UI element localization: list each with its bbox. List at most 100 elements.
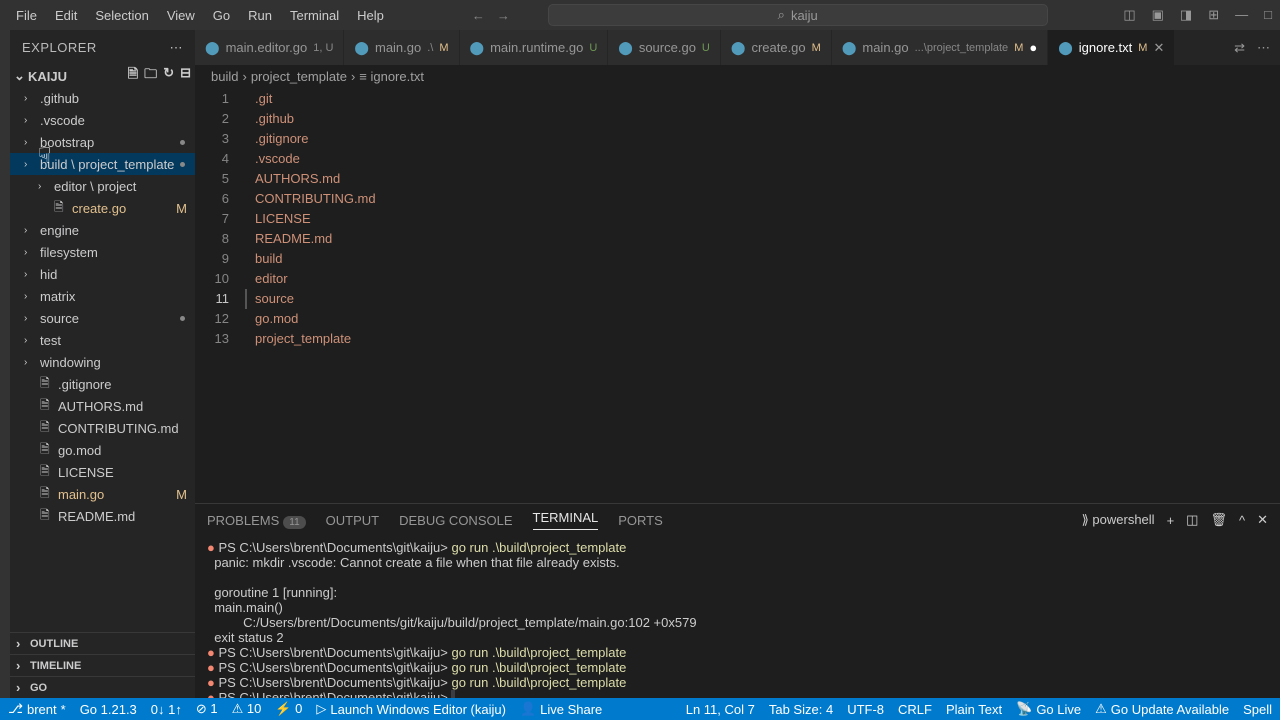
refresh-icon[interactable]: ↻ bbox=[163, 65, 174, 87]
section-go[interactable]: ›GO bbox=[10, 676, 195, 698]
warnings-status[interactable]: ⚠ 10 bbox=[232, 701, 262, 717]
nav-arrows: ← → bbox=[472, 8, 510, 23]
layout-icon[interactable]: ◫ bbox=[1123, 7, 1135, 23]
new-file-icon[interactable]: 🗎 bbox=[128, 65, 138, 87]
diff-icon[interactable]: ⇄ bbox=[1234, 40, 1245, 56]
port-status[interactable]: ⚡ 0 bbox=[275, 701, 302, 717]
explorer-actions: 🗎 🗀 ↻ ⊟ bbox=[128, 65, 191, 87]
more-icon[interactable]: ⋯ bbox=[170, 40, 184, 56]
menu-edit[interactable]: Edit bbox=[47, 4, 85, 27]
branch-status[interactable]: ⎇ brent* bbox=[8, 701, 66, 717]
panel-tab-debug-console[interactable]: DEBUG CONSOLE bbox=[399, 513, 512, 528]
editor[interactable]: 12345678910111213 .git.github.gitignore.… bbox=[195, 87, 1280, 503]
more-icon[interactable]: ⋯ bbox=[1257, 40, 1270, 56]
editor-area: ⬤main.editor.go1, U⬤main.go.\M⬤main.runt… bbox=[195, 30, 1280, 698]
panel-tab-problems[interactable]: PROBLEMS11 bbox=[207, 513, 306, 528]
trash-icon[interactable]: 🗑 bbox=[1210, 512, 1227, 528]
cursor-position[interactable]: Ln 11, Col 7 bbox=[686, 701, 755, 717]
panel-tab-ports[interactable]: PORTS bbox=[618, 513, 663, 528]
section-timeline[interactable]: ›TIMELINE bbox=[10, 654, 195, 676]
tree-item--gitignore[interactable]: 🗎.gitignore bbox=[10, 373, 195, 395]
spell-check[interactable]: Spell bbox=[1243, 701, 1272, 717]
tab-create-go[interactable]: ⬤create.goM bbox=[721, 30, 832, 65]
panel-tabs: PROBLEMS11 OUTPUT DEBUG CONSOLE TERMINAL POR… bbox=[195, 504, 1280, 536]
language-mode[interactable]: Plain Text bbox=[946, 701, 1002, 717]
customize-icon[interactable]: ⊞ bbox=[1208, 7, 1219, 23]
tree-item-windowing[interactable]: ›windowing bbox=[10, 351, 195, 373]
sync-status[interactable]: 0↓ 1↑ bbox=[151, 702, 182, 717]
line-numbers: 12345678910111213 bbox=[195, 87, 245, 503]
panel-icon[interactable]: ▣ bbox=[1152, 7, 1164, 23]
tree-item--vscode[interactable]: ›.vscode bbox=[10, 109, 195, 131]
tree-item-readme-md[interactable]: 🗎README.md bbox=[10, 505, 195, 527]
tree-item-editor---project[interactable]: ›editor \ project bbox=[10, 175, 195, 197]
shell-icon[interactable]: ⟫ powershell bbox=[1082, 512, 1155, 528]
errors-status[interactable]: ⊘ 1 bbox=[196, 701, 218, 717]
live-share[interactable]: 👤 Live Share bbox=[520, 701, 602, 717]
maximize-icon[interactable]: □ bbox=[1264, 7, 1272, 23]
tree-item-engine[interactable]: ›engine bbox=[10, 219, 195, 241]
tree-item-build---project_template[interactable]: ›build \ project_template bbox=[10, 153, 195, 175]
panel-tab-output[interactable]: OUTPUT bbox=[326, 513, 379, 528]
back-icon[interactable]: ← bbox=[472, 8, 485, 23]
tree-item-bootstrap[interactable]: ›bootstrap bbox=[10, 131, 195, 153]
tree-item-main-go[interactable]: 🗎main.goM bbox=[10, 483, 195, 505]
menu-run[interactable]: Run bbox=[240, 4, 280, 27]
launch-config[interactable]: ▷ Launch Windows Editor (kaiju) bbox=[316, 701, 506, 717]
editor-tabs: ⬤main.editor.go1, U⬤main.go.\M⬤main.runt… bbox=[195, 30, 1280, 65]
terminal-content[interactable]: ● PS C:\Users\brent\Documents\git\kaiju>… bbox=[195, 536, 1280, 698]
menu-go[interactable]: Go bbox=[205, 4, 238, 27]
main-area: Explorer ⋯ ⌄ Kaiju 🗎 🗀 ↻ ⊟ ›.github›.vsc… bbox=[0, 30, 1280, 698]
tree-item-go-mod[interactable]: 🗎go.mod bbox=[10, 439, 195, 461]
tree-item-hid[interactable]: ›hid bbox=[10, 263, 195, 285]
go-update[interactable]: ⚠ Go Update Available bbox=[1095, 701, 1229, 717]
search-text: kaiju bbox=[791, 8, 818, 23]
tree-item-license[interactable]: 🗎LICENSE bbox=[10, 461, 195, 483]
tree-item-contributing-md[interactable]: 🗎CONTRIBUTING.md bbox=[10, 417, 195, 439]
tab-ignore-txt[interactable]: ⬤ignore.txtM✕ bbox=[1048, 30, 1175, 65]
maximize-panel-icon[interactable]: ^ bbox=[1239, 513, 1245, 528]
sidebar-icon[interactable]: ◨ bbox=[1180, 7, 1192, 23]
split-icon[interactable]: ◫ bbox=[1186, 512, 1198, 528]
menu-view[interactable]: View bbox=[159, 4, 203, 27]
tree-item-create-go[interactable]: 🗎create.goM bbox=[10, 197, 195, 219]
go-version[interactable]: Go 1.21.3 bbox=[80, 702, 137, 717]
code-content[interactable]: .git.github.gitignore.vscodeAUTHORS.mdCO… bbox=[245, 87, 1280, 503]
project-header[interactable]: ⌄ Kaiju 🗎 🗀 ↻ ⊟ bbox=[10, 65, 195, 87]
tab-main-runtime-go[interactable]: ⬤main.runtime.goU bbox=[460, 30, 609, 65]
menu-file[interactable]: File bbox=[8, 4, 45, 27]
tab-size[interactable]: Tab Size: 4 bbox=[769, 701, 833, 717]
window-controls: ◫ ▣ ◨ ⊞ — □ bbox=[1123, 7, 1272, 23]
tab-main-editor-go[interactable]: ⬤main.editor.go1, U bbox=[195, 30, 344, 65]
tab-main-go[interactable]: ⬤main.go.\M bbox=[344, 30, 459, 65]
add-terminal-icon[interactable]: + bbox=[1167, 513, 1175, 528]
close-panel-icon[interactable]: ✕ bbox=[1257, 512, 1268, 528]
go-live[interactable]: 📡 Go Live bbox=[1016, 701, 1081, 717]
section-outline[interactable]: ›OUTLINE bbox=[10, 632, 195, 654]
tree-item-filesystem[interactable]: ›filesystem bbox=[10, 241, 195, 263]
chevron-down-icon: ⌄ bbox=[14, 68, 28, 84]
tab-main-go[interactable]: ⬤main.go...\project_templateM● bbox=[832, 30, 1048, 65]
breadcrumb[interactable]: build›project_template›≡ ignore.txt bbox=[195, 65, 1280, 87]
close-icon: ✕ bbox=[1153, 40, 1164, 56]
tree-item-authors-md[interactable]: 🗎AUTHORS.md bbox=[10, 395, 195, 417]
menu-terminal[interactable]: Terminal bbox=[282, 4, 347, 27]
eol[interactable]: CRLF bbox=[898, 701, 932, 717]
forward-icon[interactable]: → bbox=[497, 8, 510, 23]
explorer-header: Explorer ⋯ bbox=[10, 30, 195, 65]
new-folder-icon[interactable]: 🗀 bbox=[144, 65, 157, 87]
tab-source-go[interactable]: ⬤source.goU bbox=[608, 30, 721, 65]
tree-item--github[interactable]: ›.github bbox=[10, 87, 195, 109]
explorer-label: Explorer bbox=[22, 40, 97, 55]
tree-item-matrix[interactable]: ›matrix bbox=[10, 285, 195, 307]
encoding[interactable]: UTF-8 bbox=[847, 701, 884, 717]
tree-item-source[interactable]: ›source bbox=[10, 307, 195, 329]
command-center[interactable]: ⌕ kaiju bbox=[548, 4, 1048, 26]
panel-tab-terminal[interactable]: TERMINAL bbox=[533, 510, 599, 530]
tree-item-test[interactable]: ›test bbox=[10, 329, 195, 351]
minimize-icon[interactable]: — bbox=[1235, 7, 1248, 23]
collapse-icon[interactable]: ⊟ bbox=[180, 65, 191, 87]
menu-help[interactable]: Help bbox=[349, 4, 392, 27]
activity-bar[interactable] bbox=[0, 30, 10, 698]
menu-selection[interactable]: Selection bbox=[87, 4, 156, 27]
